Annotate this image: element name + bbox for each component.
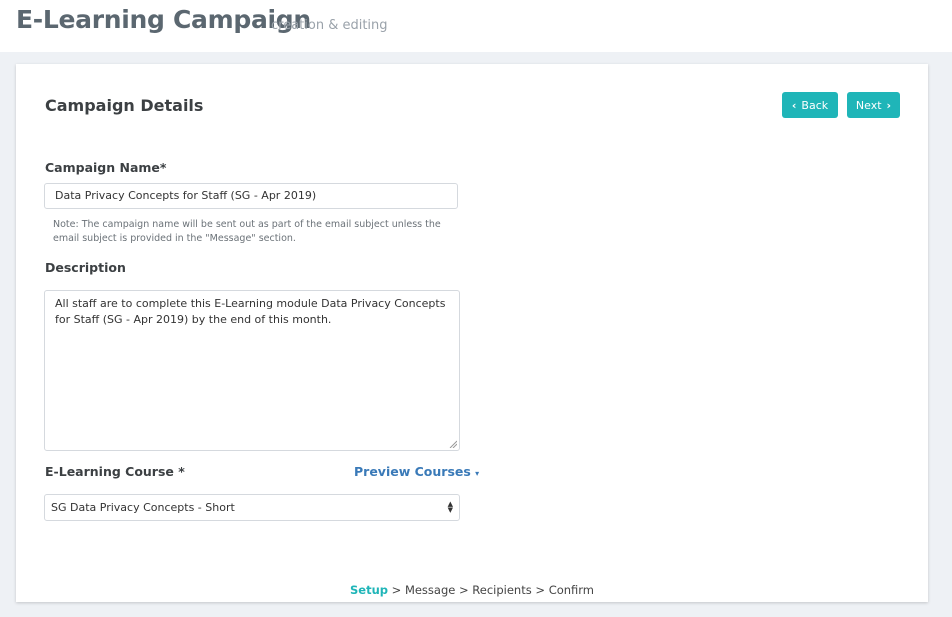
course-select[interactable]: SG Data Privacy Concepts - Short ▲ ▼: [44, 494, 460, 521]
resize-grip-icon[interactable]: [449, 440, 457, 448]
step-message: Message: [404, 583, 456, 597]
select-arrows-icon: ▲ ▼: [447, 500, 453, 514]
preview-courses-dropdown[interactable]: Preview Courses ▾: [354, 464, 479, 479]
step-separator: >: [535, 583, 546, 597]
page-title: E-Learning Campaign: [16, 5, 311, 34]
chevron-left-icon: ‹: [791, 98, 797, 112]
back-button-label: Back: [801, 98, 829, 112]
step-separator: >: [391, 583, 402, 597]
top-header: E-Learning Campaign creation & editing: [0, 0, 952, 52]
campaign-details-card: Campaign Details ‹ Back Next › Campaign …: [16, 64, 928, 602]
step-recipients: Recipients: [472, 583, 532, 597]
campaign-name-note: Note: The campaign name will be sent out…: [53, 219, 441, 244]
step-confirm: Confirm: [548, 583, 595, 597]
campaign-name-label: Campaign Name*: [45, 160, 167, 175]
wizard-steps: Setup > Message > Recipients > Confirm: [16, 583, 928, 597]
chevron-right-icon: ›: [886, 98, 892, 112]
description-textarea[interactable]: All staff are to complete this E-Learnin…: [44, 290, 460, 451]
caret-down-icon: ▾: [475, 469, 480, 478]
description-text: All staff are to complete this E-Learnin…: [55, 297, 446, 326]
preview-courses-label: Preview Courses: [354, 464, 471, 479]
next-button-label: Next: [855, 98, 882, 112]
course-select-value: SG Data Privacy Concepts - Short: [51, 501, 235, 514]
campaign-name-input[interactable]: Data Privacy Concepts for Staff (SG - Ap…: [44, 183, 458, 209]
page-subtitle: creation & editing: [271, 18, 388, 33]
back-button[interactable]: ‹ Back: [782, 92, 838, 118]
card-title: Campaign Details: [45, 96, 204, 115]
step-setup[interactable]: Setup: [350, 583, 388, 597]
step-separator: >: [459, 583, 469, 597]
description-label: Description: [45, 260, 126, 275]
course-label: E-Learning Course *: [45, 464, 185, 479]
next-button[interactable]: Next ›: [847, 92, 900, 118]
